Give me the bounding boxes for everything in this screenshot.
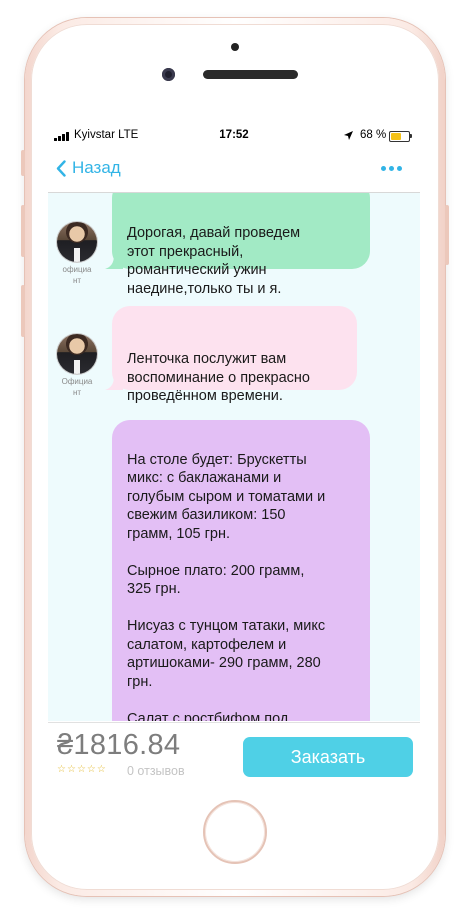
avatar: [57, 222, 97, 262]
nav-bar: Назад: [48, 146, 420, 193]
more-dots-icon: [381, 166, 386, 171]
order-bar: ₴1816.84 ☆ ☆ ☆ ☆ ☆ 0 отзывов Заказать: [48, 722, 420, 787]
bubble-tail: [105, 376, 123, 390]
message-text: Дорогая, давай проведем этот прекрасный,…: [127, 225, 301, 297]
star-outline-icon: ☆: [66, 764, 76, 775]
battery-nub: [410, 134, 412, 138]
message-bubble: Дорогая, давай проведем этот прекрасный,…: [105, 193, 370, 297]
message-bubble: На столе будет: Брускетты микс: с баклаж…: [112, 420, 370, 721]
volume-up-button: [21, 205, 25, 257]
back-button[interactable]: Назад: [56, 156, 121, 180]
battery-level: [391, 133, 401, 140]
battery-icon: [389, 131, 410, 142]
location-arrow-icon: [344, 131, 353, 140]
star-outline-icon: ☆: [76, 764, 86, 775]
total-price: ₴1816.84: [57, 729, 181, 761]
message-text: На столе будет: Брускетты микс: с баклаж…: [127, 451, 326, 722]
more-dots-icon: [389, 166, 394, 171]
rating-stars: ☆ ☆ ☆ ☆ ☆: [57, 765, 106, 775]
front-camera: [162, 68, 175, 81]
avatar-label: официа нт: [62, 265, 92, 285]
app-screen: Kyivstar LTE 17:52 68 % Назад официа нт: [48, 126, 420, 787]
power-button: [445, 205, 449, 265]
star-outline-icon: ☆: [57, 764, 66, 775]
more-dots-icon: [397, 166, 402, 171]
volume-down-button: [21, 285, 25, 337]
star-outline-icon: ☆: [86, 764, 96, 775]
message-bubble: Ленточка послужит вам воспоминание о пре…: [105, 306, 357, 404]
more-options-button[interactable]: [381, 166, 402, 171]
reviews-count[interactable]: 0 отзывов: [127, 764, 185, 778]
order-button-label: Заказать: [290, 746, 366, 767]
avatar-label: Официа нт: [61, 377, 93, 397]
back-label: Назад: [72, 158, 121, 177]
star-outline-icon: ☆: [96, 764, 106, 775]
earpiece-speaker: [203, 70, 298, 79]
bubble-tail: [105, 255, 123, 269]
home-button[interactable]: [203, 800, 267, 864]
chat-area[interactable]: официа нт Дорогая, давай проведем этот п…: [48, 193, 420, 721]
order-button[interactable]: Заказать: [243, 737, 413, 777]
message-text: Ленточка послужит вам воспоминание о пре…: [127, 351, 310, 404]
battery-percent: 68 %: [360, 129, 387, 141]
avatar: [57, 334, 97, 374]
chevron-left-icon: [56, 159, 66, 177]
proximity-sensor: [231, 43, 239, 51]
status-bar: Kyivstar LTE 17:52 68 %: [48, 126, 420, 146]
silent-switch: [21, 150, 25, 176]
